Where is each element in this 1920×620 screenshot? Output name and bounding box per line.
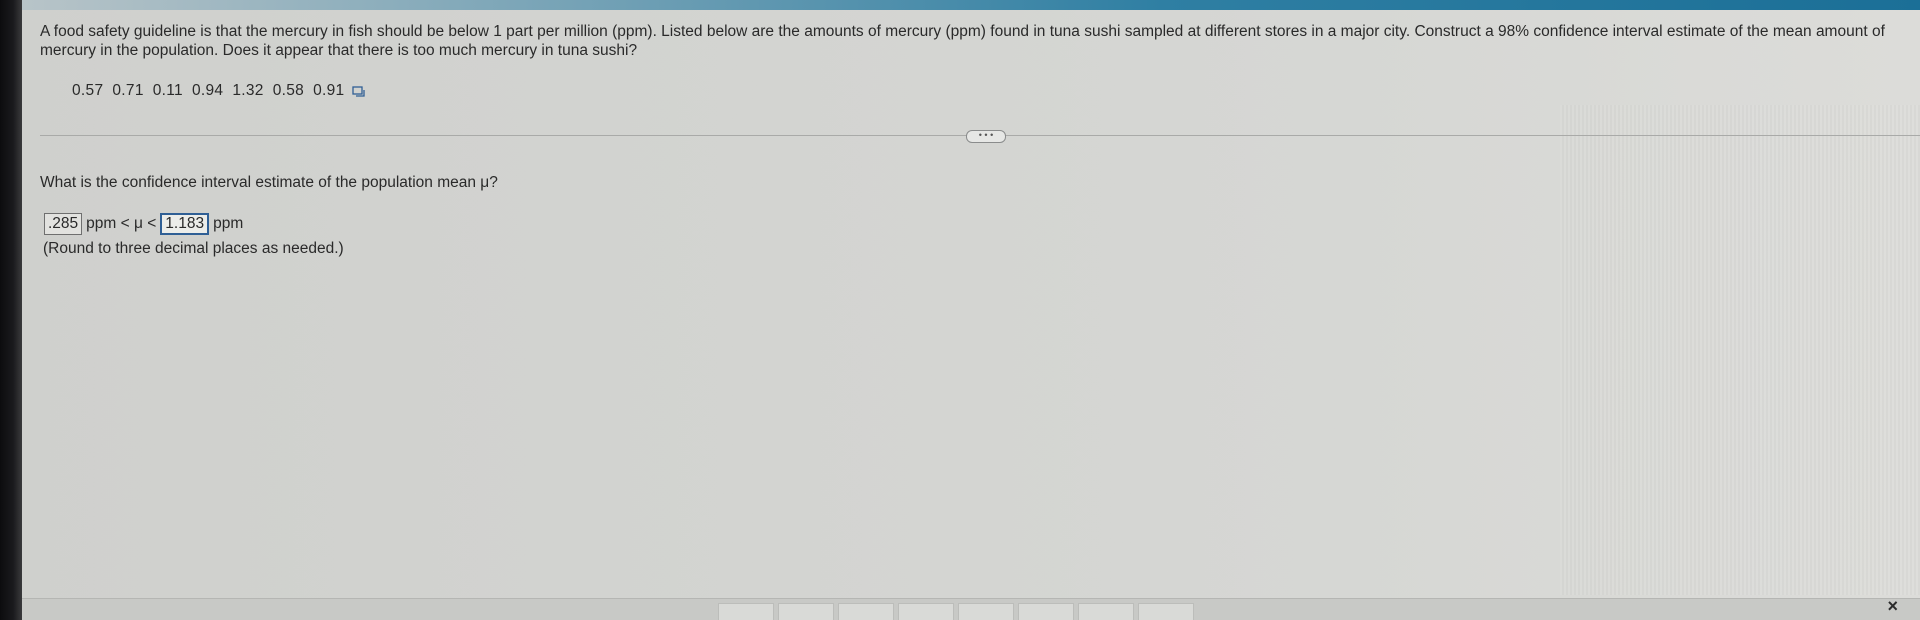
- bottom-tab[interactable]: [838, 603, 894, 620]
- sub-question-text: What is the confidence interval estimate…: [40, 174, 498, 191]
- data-value: 0.11: [152, 82, 183, 99]
- bottom-tab[interactable]: [898, 603, 954, 620]
- upper-bound-input[interactable]: 1.183: [160, 213, 210, 235]
- unit-text: ppm: [213, 215, 244, 232]
- bottom-tab[interactable]: [778, 603, 834, 620]
- screen-bezel: [0, 0, 22, 620]
- top-header-bar: [22, 0, 1920, 10]
- between-text: ppm < μ <: [86, 215, 157, 232]
- bottom-tab[interactable]: [1078, 603, 1134, 620]
- data-row: 0.57 0.71 0.11 0.94 1.32 0.58 0.91: [72, 82, 366, 100]
- data-value: 0.94: [191, 82, 224, 99]
- data-value: 0.71: [112, 82, 144, 99]
- data-value: 0.57: [72, 82, 104, 99]
- data-value: 0.91: [313, 82, 345, 99]
- bottom-tab[interactable]: [718, 603, 774, 620]
- copy-data-icon[interactable]: [352, 85, 366, 97]
- data-value: 1.32: [232, 82, 264, 99]
- data-value: 0.58: [272, 82, 305, 99]
- question-text: A food safety guideline is that the merc…: [40, 23, 1885, 59]
- lower-bound-input[interactable]: .285: [44, 213, 83, 235]
- rounding-hint: (Round to three decimal places as needed…: [43, 240, 344, 257]
- bottom-tab[interactable]: [958, 603, 1014, 620]
- answer-row: .285 ppm < μ < 1.183 ppm: [44, 213, 243, 235]
- question-area: A food safety guideline is that the merc…: [40, 22, 1900, 60]
- background-texture: [1560, 105, 1920, 595]
- close-icon[interactable]: ×: [1887, 596, 1898, 617]
- bottom-tabs: [718, 603, 1194, 620]
- data-values: 0.57 0.71 0.11 0.94 1.32 0.58 0.91: [72, 82, 344, 100]
- expand-more-button[interactable]: • • •: [966, 130, 1006, 143]
- bottom-tab[interactable]: [1138, 603, 1194, 620]
- bottom-tab[interactable]: [1018, 603, 1074, 620]
